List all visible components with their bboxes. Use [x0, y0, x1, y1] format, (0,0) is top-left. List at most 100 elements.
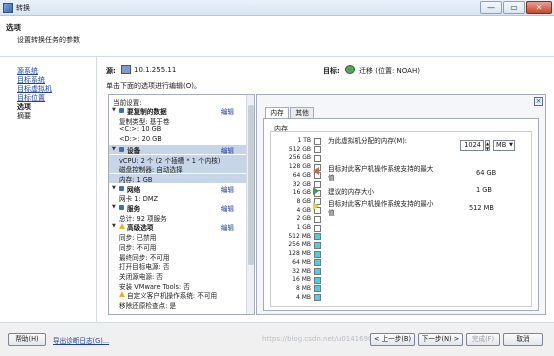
finish-button[interactable]: 完成(F): [466, 333, 500, 346]
settings-section[interactable]: ▼ 高级选项 编辑: [109, 222, 247, 233]
legend-min-label: 目标对此客户机操作系统支持的最小值: [328, 200, 434, 217]
memory-scale-bar[interactable]: [314, 285, 321, 293]
memory-scale-bar[interactable]: [314, 146, 321, 154]
memory-scale-label: 16 GB: [292, 189, 311, 197]
expand-triangle-icon[interactable]: ▼: [112, 185, 116, 191]
settings-item[interactable]: <C:>: 10 GB: [109, 125, 247, 134]
memory-scale-bar[interactable]: [314, 276, 321, 284]
settings-item[interactable]: 移除还原检查点: 是: [109, 300, 247, 310]
settings-item[interactable]: <D:>: 20 GB: [109, 135, 247, 144]
memory-scale-bar[interactable]: [314, 215, 321, 223]
vm-icon: [345, 65, 355, 74]
settings-item[interactable]: 网卡 1: DMZ: [109, 193, 247, 203]
section-icon: [119, 205, 124, 210]
memory-scale-label: 128 GB: [288, 163, 311, 171]
settings-row-text: 同步: 已禁用: [119, 234, 157, 243]
memory-scale-bar[interactable]: [314, 294, 321, 302]
settings-item[interactable]: 关闭源电源: 否: [109, 271, 247, 281]
close-panel-icon[interactable]: ×: [534, 97, 543, 106]
watermark: https://blog.csdn.net/u014169032: [262, 335, 382, 343]
minimize-button[interactable]: —: [480, 1, 502, 14]
memory-scale-label: 2 GB: [296, 215, 312, 223]
page-title: 选项: [6, 23, 21, 32]
page-subtitle: 设置转换任务的参数: [17, 36, 80, 44]
export-logs-link[interactable]: 导出诊断日志(G)...: [53, 335, 109, 345]
legend-max-value: 64 GB: [476, 169, 497, 177]
settings-item[interactable]: 同步: 已禁用: [109, 232, 247, 243]
section-icon: [119, 108, 124, 113]
settings-item[interactable]: 打开目标电源: 否: [109, 261, 247, 272]
settings-item[interactable]: 总计: 92 项服务: [109, 213, 247, 223]
settings-item[interactable]: 自定义客户机操作系统: 不可用: [109, 290, 247, 300]
warning-icon: [119, 291, 125, 298]
settings-row-text: 设备: [127, 146, 141, 155]
expand-triangle-icon[interactable]: ▼: [112, 146, 116, 152]
settings-row-text: 网络: [127, 185, 141, 194]
settings-row-text: 安装 VMware Tools: 否: [119, 282, 190, 291]
edit-link[interactable]: 编辑: [221, 184, 234, 194]
close-window-button[interactable]: ✕: [526, 1, 552, 14]
memory-scale-label: 1 GB: [296, 224, 312, 231]
memory-scale-bar[interactable]: [314, 233, 321, 241]
scrollbar-thumb[interactable]: [248, 105, 254, 265]
options-detail-panel: × 内存 其他 内存 1 TB 512 GB 256 GB 128 GB 64 GB 32…: [256, 94, 546, 315]
memory-scale-label: 8 MB: [295, 284, 311, 292]
settings-row-text: 高级选项: [127, 224, 154, 233]
settings-item[interactable]: 复制类型: 基于卷: [109, 116, 247, 126]
memory-scale-bar[interactable]: [314, 154, 321, 162]
memory-scale-bar[interactable]: [314, 224, 321, 232]
memory-scale-bar[interactable]: [314, 268, 321, 275]
settings-row-text: 最终同步: 不可用: [119, 253, 170, 262]
min-marker-icon: [313, 202, 319, 210]
memory-scale-bar[interactable]: [314, 250, 321, 258]
settings-scrollbar[interactable]: [246, 95, 254, 314]
chevron-down-icon: ▼: [509, 142, 513, 148]
next-button[interactable]: 下一步(N) >: [418, 333, 463, 346]
settings-list[interactable]: 当前设置: ▼ 要复制的数据 编辑 复制类型: 基于卷 <C:>: 10 GB <D:>:…: [108, 94, 255, 315]
edit-link[interactable]: 编辑: [221, 106, 234, 116]
expand-triangle-icon[interactable]: ▼: [112, 223, 116, 229]
settings-section[interactable]: ▼ 要复制的数据 编辑: [109, 106, 247, 116]
memory-scale-label: 512 MB: [288, 232, 311, 240]
settings-row-text: 同步: 不可用: [119, 243, 157, 252]
settings-item[interactable]: 内存: 1 GB: [109, 173, 247, 184]
memory-scale-bar[interactable]: [314, 241, 321, 249]
settings-section[interactable]: ▼ 服务 编辑: [109, 203, 247, 213]
memory-unit-select[interactable]: MB ▼: [493, 140, 515, 151]
computer-icon: [121, 65, 131, 74]
edit-link[interactable]: 编辑: [221, 203, 234, 213]
settings-row-text: 内存: 1 GB: [119, 175, 153, 184]
edit-link[interactable]: 编辑: [221, 222, 234, 232]
expand-triangle-icon[interactable]: ▼: [112, 107, 116, 113]
settings-item[interactable]: vCPU: 2 个 (2 个插槽 * 1 个内核): [109, 154, 247, 165]
memory-scale-bar[interactable]: [314, 259, 321, 267]
memory-scale-label: 4 MB: [295, 293, 311, 301]
memory-scale-label: 16 MB: [292, 276, 311, 284]
settings-item[interactable]: 最终同步: 不可用: [109, 252, 247, 262]
nav-item-summary: 摘要: [17, 112, 31, 120]
settings-row-text: 移除还原检查点: 是: [119, 302, 177, 310]
memory-scale-label: 8 GB: [296, 197, 312, 205]
tab-memory[interactable]: 内存: [265, 107, 289, 118]
memory-scale-label: 32 GB: [292, 180, 311, 188]
edit-link[interactable]: 编辑: [221, 145, 234, 155]
settings-row-text: 要复制的数据: [127, 108, 167, 116]
settings-item[interactable]: 安装 VMware Tools: 否: [109, 281, 247, 291]
source-value: 10.1.255.11: [134, 66, 177, 74]
help-button[interactable]: 帮助(H): [8, 333, 46, 346]
settings-item[interactable]: 同步: 不可用: [109, 242, 247, 252]
app-icon: [3, 3, 13, 13]
expand-triangle-icon[interactable]: ▼: [112, 204, 116, 210]
settings-row-text: 打开目标电源: 否: [119, 263, 170, 272]
tab-other[interactable]: 其他: [290, 107, 314, 118]
memory-alloc-input[interactable]: 1024: [460, 140, 484, 151]
back-button[interactable]: < 上一步(B): [370, 333, 415, 346]
settings-section[interactable]: ▼ 设备 编辑: [109, 144, 247, 155]
settings-section[interactable]: ▼ 网络 编辑: [109, 184, 247, 194]
memory-spin-icon[interactable]: ▲ ▼: [485, 140, 490, 151]
memory-scale-bar[interactable]: [314, 137, 321, 145]
cancel-button[interactable]: 取消: [503, 333, 543, 346]
settings-item[interactable]: 磁盘控制器: 自动选择: [109, 164, 247, 174]
wizard-nav: 源系统 目标系统 目标虚拟机 目标位置 选项 摘要: [0, 57, 97, 322]
maximize-button[interactable]: ▭: [503, 1, 525, 14]
